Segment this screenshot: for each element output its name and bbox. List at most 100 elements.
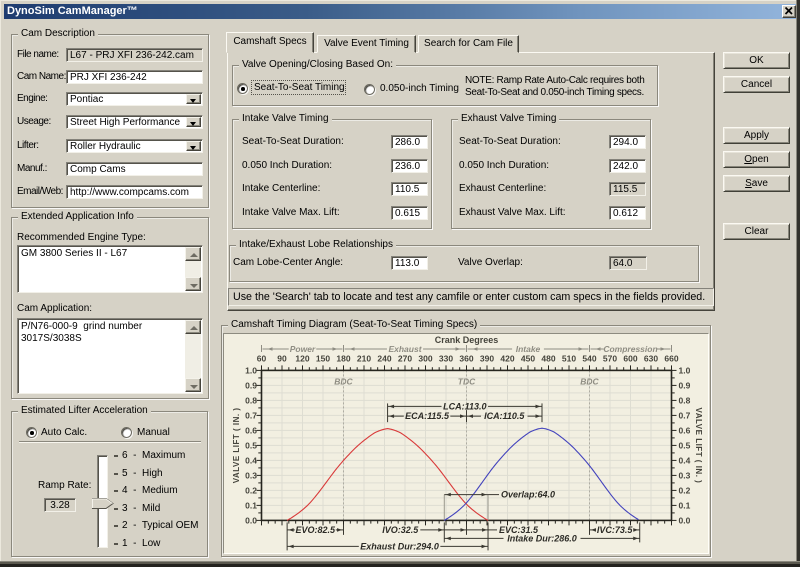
svg-text:0.9: 0.9 (245, 380, 257, 390)
tab-camshaft-specs-label: Camshaft Specs (233, 36, 307, 47)
intake-seat-to-seat-duration-field[interactable]: 286.0 (391, 135, 428, 149)
exhaust-0-050-inch-duration-field[interactable]: 242.0 (609, 158, 646, 173)
tab-search-for-cam-file[interactable]: Search for Cam File (418, 35, 519, 53)
inch-timing-radio[interactable] (364, 84, 375, 95)
ok-button-label: OK (749, 55, 764, 66)
scroll-up-icon[interactable] (185, 247, 201, 261)
open-button[interactable]: Open (723, 151, 790, 168)
auto-calc-radio[interactable] (26, 427, 37, 438)
manual-radio[interactable] (121, 427, 132, 438)
svg-text:570: 570 (603, 354, 617, 364)
svg-text:1.0: 1.0 (679, 365, 691, 375)
svg-text:240: 240 (377, 354, 391, 364)
intake-0-050-inch-duration-field[interactable]: 236.0 (391, 158, 428, 173)
tab-valve-event-timing-label: Valve Event Timing (324, 38, 409, 49)
tab-search-for-cam-file-label: Search for Cam File (424, 38, 513, 49)
file-name-label: File name: (17, 49, 59, 60)
svg-text:BDC: BDC (334, 376, 353, 386)
exhaust-exhaust-centerline-label: Exhaust Centerline: (459, 183, 547, 194)
clear-button-label: Clear (744, 226, 769, 237)
combo-dropdown-icon[interactable] (186, 94, 201, 104)
scroll-down-icon[interactable] (185, 378, 201, 392)
svg-text:120: 120 (295, 354, 309, 364)
email-web-value: http://www.compcams.com (70, 187, 189, 198)
lca-field[interactable]: 113.0 (391, 256, 428, 270)
cam-timing-chart: .ct-title { font:bold 9px "Liberation Sa… (232, 335, 703, 551)
close-button[interactable] (782, 5, 796, 18)
tab-valve-event-timing[interactable]: Valve Event Timing (317, 35, 416, 53)
scroll-down-icon[interactable] (185, 277, 201, 291)
lca-label: Cam Lobe-Center Angle: (233, 257, 344, 268)
exhaust-exhaust-valve-max-lift-field[interactable]: 0.612 (609, 205, 646, 220)
slider-tick (114, 490, 118, 492)
tab-camshaft-specs[interactable]: Camshaft Specs (226, 32, 314, 53)
svg-text:0.9: 0.9 (679, 380, 691, 390)
combo-dropdown-icon[interactable] (186, 117, 201, 127)
save-button[interactable]: Save (723, 175, 790, 192)
note-line2: Seat-To-Seat and 0.050-inch Timing specs… (465, 87, 644, 98)
slider-tick (114, 525, 118, 527)
manual-label: Manual (137, 427, 170, 438)
cancel-button[interactable]: Cancel (723, 76, 790, 93)
intake-intake-valve-max-lift-field[interactable]: 0.615 (391, 205, 428, 220)
ramp-rate-value: 3.28 (44, 498, 76, 512)
auto-calc-label: Auto Calc. (41, 427, 88, 438)
svg-text:Intake: Intake (516, 344, 541, 354)
svg-text:540: 540 (582, 354, 596, 364)
engine-field[interactable]: Pontiac (66, 92, 203, 106)
exhaust-seat-to-seat-duration-field[interactable]: 294.0 (609, 135, 646, 149)
svg-text:BDC: BDC (580, 376, 599, 386)
svg-text:510: 510 (562, 354, 576, 364)
seat-to-seat-label[interactable]: Seat-To-Seat Timing (254, 82, 345, 93)
slider-label-5: 1 - Low (122, 537, 161, 549)
cam-name-label: Cam Name: (17, 71, 66, 82)
svg-text:0.8: 0.8 (679, 395, 691, 405)
svg-text:Power: Power (290, 344, 316, 354)
cam-name-value: PRJ XFI 236-242 (70, 72, 147, 83)
useage-label: Useage: (17, 116, 51, 127)
lifter-value: Roller Hydraulic (70, 140, 141, 152)
svg-text:Exhaust: Exhaust (388, 344, 422, 354)
group-intake-timing-label: Intake Valve Timing (239, 113, 332, 124)
group-cam-description-label: Cam Description (18, 28, 98, 39)
ramp-rate-slider-thumb[interactable] (92, 498, 114, 509)
title-bar[interactable]: DynoSim CamManager™ (4, 4, 797, 19)
slider-tick (114, 542, 118, 545)
cam-name-field[interactable]: PRJ XFI 236-242 (66, 70, 203, 84)
combo-dropdown-icon[interactable] (186, 140, 201, 151)
svg-text:180: 180 (336, 354, 350, 364)
useage-field[interactable]: Street High Performance (66, 115, 203, 129)
cam-application-scrollbar[interactable] (185, 320, 201, 392)
intake-seat-to-seat-duration-label: Seat-To-Seat Duration: (242, 136, 344, 147)
clear-button[interactable]: Clear (723, 223, 790, 240)
dialog-window: DynoSim CamManager™ Cam Description File… (0, 0, 797, 561)
intake-intake-valve-max-lift-label: Intake Valve Max. Lift: (242, 206, 340, 218)
slider-label-4: 2 - Typical OEM (122, 520, 199, 531)
engine-type-scrollbar[interactable] (185, 247, 201, 291)
engine-type-textarea[interactable]: GM 3800 Series II - L67 (17, 245, 203, 293)
cam-application-textarea[interactable]: P/N76-000-9 grind number 3017S/3038S (17, 318, 203, 394)
scroll-up-icon[interactable] (185, 320, 201, 334)
seat-to-seat-radio[interactable] (237, 83, 248, 94)
group-exhaust-timing-label: Exhaust Valve Timing (458, 113, 560, 124)
svg-text:0.0: 0.0 (245, 515, 257, 525)
svg-text:660: 660 (664, 354, 678, 364)
svg-text:0.4: 0.4 (679, 455, 691, 465)
manuf-field[interactable]: Comp Cams (66, 161, 203, 176)
ok-button[interactable]: OK (723, 52, 790, 69)
save-button-label: Save (745, 178, 768, 189)
svg-text:TDC: TDC (458, 376, 476, 386)
apply-button[interactable]: Apply (723, 127, 790, 144)
lifter-field[interactable]: Roller Hydraulic (66, 138, 203, 153)
intake-intake-centerline-field[interactable]: 110.5 (391, 182, 428, 196)
svg-text:Overlap:64.0: Overlap:64.0 (501, 490, 555, 500)
svg-text:60: 60 (257, 354, 267, 364)
file-name-value: L67 - PRJ XFI 236-242.cam (70, 50, 194, 61)
email-web-field[interactable]: http://www.compcams.com (66, 185, 203, 199)
svg-text:0.3: 0.3 (245, 470, 257, 480)
svg-text:210: 210 (357, 354, 371, 364)
svg-text:0.8: 0.8 (245, 395, 257, 405)
inch-timing-label[interactable]: 0.050-inch Timing (380, 83, 459, 94)
svg-text:VALVE LIFT ( IN. ): VALVE LIFT ( IN. ) (232, 407, 241, 483)
svg-text:0.2: 0.2 (679, 485, 691, 495)
